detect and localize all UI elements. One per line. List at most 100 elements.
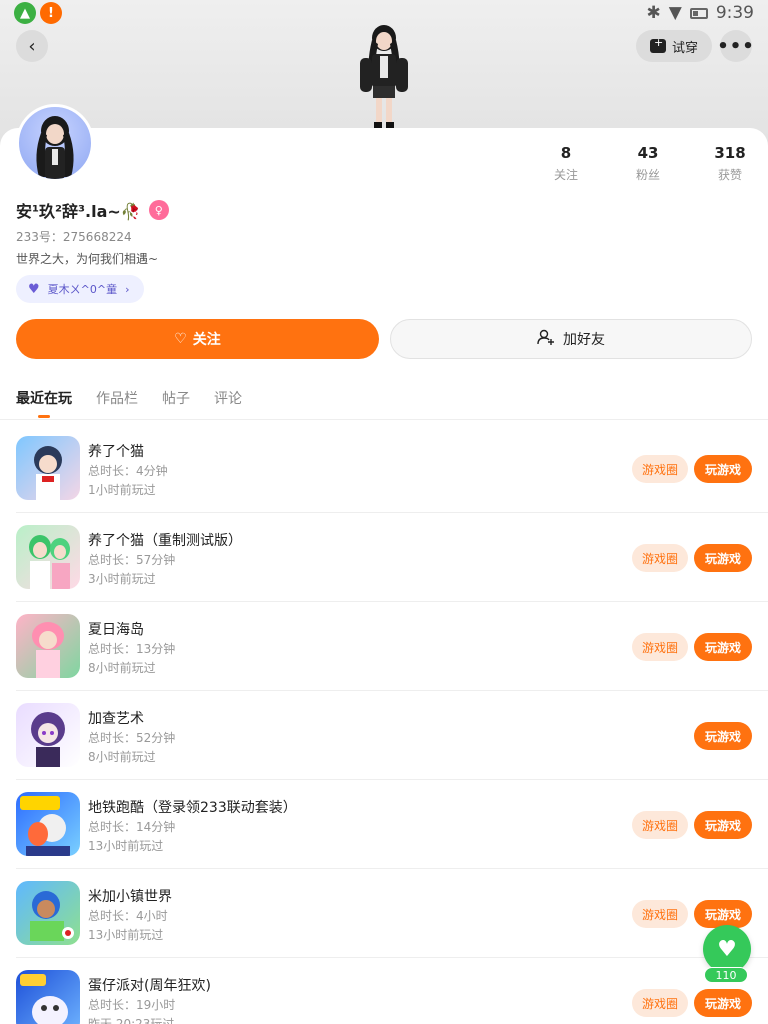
game-icon	[16, 792, 80, 856]
play-game-button[interactable]: 玩游戏	[693, 900, 752, 928]
stat-following[interactable]: 8 关注	[546, 144, 586, 183]
list-item[interactable]: 养了个猫 总时长：4分钟 1小时前玩过 游戏圈 玩游戏	[16, 424, 768, 513]
friend-tag-label: 夏木ㄨ^0^童	[47, 283, 118, 296]
follow-button[interactable]: ♡ 关注	[16, 319, 379, 359]
avatar-3d-figure	[360, 25, 408, 130]
nickname-row: 安¹玖²辞³.la~🥀 ♀	[16, 198, 169, 222]
stat-fans[interactable]: 43 粉丝	[628, 144, 668, 183]
list-item[interactable]: 蛋仔派对(周年狂欢) 总时长：19小时 昨天 20:23玩过 游戏圈 玩游戏	[16, 958, 768, 1024]
list-item[interactable]: 米加小镇世界 总时长：4小时 13小时前玩过 游戏圈 玩游戏	[16, 869, 768, 958]
play-game-button[interactable]: 玩游戏	[693, 811, 752, 839]
tab-recently-played[interactable]: 最近在玩	[16, 388, 72, 418]
nickname: 安¹玖²辞³.la~🥀	[16, 202, 141, 221]
game-last-played: 3小时前玩过	[88, 572, 156, 586]
game-circle-button[interactable]: 游戏圈	[631, 544, 688, 572]
game-circle-button[interactable]: 游戏圈	[631, 455, 688, 483]
play-game-button[interactable]: 玩游戏	[693, 722, 752, 750]
tabs-divider	[0, 419, 768, 420]
tab-posts[interactable]: 帖子	[162, 388, 190, 408]
game-icon	[16, 703, 80, 767]
tab-comments[interactable]: 评论	[214, 388, 242, 408]
friend-tag[interactable]: ♥ 夏木ㄨ^0^童 ›	[16, 275, 144, 303]
game-last-played: 8小时前玩过	[88, 750, 156, 764]
play-game-button[interactable]: 玩游戏	[693, 989, 752, 1017]
game-name: 地铁跑酷（登录领233联动套装）	[88, 800, 297, 816]
game-name: 夏日海岛	[88, 622, 144, 638]
avatar-portrait-icon	[36, 116, 74, 179]
chevron-right-icon: ›	[125, 282, 130, 296]
game-duration: 总时长：14分钟	[88, 820, 176, 834]
game-circle-button[interactable]: 游戏圈	[631, 811, 688, 839]
list-item[interactable]: 夏日海岛 总时长：13分钟 8小时前玩过 游戏圈 玩游戏	[16, 602, 768, 691]
stat-likes-count: 318	[714, 144, 746, 162]
profile-tabs: 最近在玩 作品栏 帖子 评论	[16, 388, 242, 418]
stat-following-count: 8	[560, 144, 572, 162]
game-last-played: 8小时前玩过	[88, 661, 156, 675]
chevron-left-icon: ‹	[28, 35, 36, 57]
user-id: 233号：275668224	[16, 230, 132, 244]
game-last-played: 13小时前玩过	[88, 928, 164, 942]
back-button[interactable]: ‹	[16, 30, 48, 62]
alert-notification-icon: !	[40, 2, 62, 24]
play-game-button[interactable]: 玩游戏	[693, 544, 752, 572]
game-last-played: 昨天 20:23玩过	[88, 1017, 175, 1024]
battery-icon	[689, 7, 708, 19]
game-duration: 总时长：57分钟	[88, 553, 176, 567]
list-item[interactable]: 养了个猫（重制测试版） 总时长：57分钟 3小时前玩过 游戏圈 玩游戏	[16, 513, 768, 602]
game-icon	[16, 525, 80, 589]
game-icon	[16, 436, 80, 500]
game-last-played: 13小时前玩过	[88, 839, 164, 853]
game-name: 养了个猫（重制测试版）	[88, 533, 242, 549]
add-friend-button[interactable]: 加好友	[390, 319, 752, 359]
stat-likes-label: 获赞	[717, 168, 742, 182]
female-gender-icon: ♀	[148, 200, 169, 220]
game-name: 米加小镇世界	[88, 889, 172, 905]
recent-games-list: 养了个猫 总时长：4分钟 1小时前玩过 游戏圈 玩游戏 养了个猫（重制测试版） …	[0, 424, 768, 1024]
more-icon: •••	[717, 35, 755, 57]
game-icon	[16, 881, 80, 945]
like-button[interactable]: ♥	[703, 925, 751, 973]
try-on-label: 试穿	[671, 40, 698, 56]
try-on-button[interactable]: 试穿	[635, 30, 712, 62]
game-duration: 总时长：13分钟	[88, 642, 176, 656]
game-duration: 总时长：4分钟	[88, 464, 168, 478]
wifi-icon: ▼	[668, 3, 682, 23]
game-duration: 总时长：19小时	[88, 998, 176, 1012]
stat-fans-count: 43	[637, 144, 659, 162]
avatar[interactable]	[16, 104, 94, 182]
game-last-played: 1小时前玩过	[88, 483, 156, 497]
game-circle-button[interactable]: 游戏圈	[631, 900, 688, 928]
app-notification-icon: ▲	[14, 2, 36, 24]
play-game-button[interactable]: 玩游戏	[693, 633, 752, 661]
game-duration: 总时长：4小时	[88, 909, 168, 923]
heart-icon: ♥	[717, 936, 737, 962]
follow-label: 关注	[192, 332, 221, 348]
game-name: 加查艺术	[88, 711, 144, 727]
game-circle-button[interactable]: 游戏圈	[631, 633, 688, 661]
status-bar: ▲ ! ✱ ▼ 9:39	[0, 0, 768, 26]
user-bio: 世界之大，为何我们相遇~	[16, 252, 159, 266]
game-icon	[16, 614, 80, 678]
play-game-button[interactable]: 玩游戏	[693, 455, 752, 483]
tab-works[interactable]: 作品栏	[96, 388, 138, 408]
stat-fans-label: 粉丝	[635, 168, 660, 182]
add-friend-label: 加好友	[563, 332, 605, 348]
list-item[interactable]: 地铁跑酷（登录领233联动套装） 总时长：14分钟 13小时前玩过 游戏圈 玩游…	[16, 780, 768, 869]
double-heart-icon: ♥	[28, 281, 40, 297]
wardrobe-icon	[649, 36, 666, 53]
add-user-icon	[537, 328, 555, 350]
list-item[interactable]: 加查艺术 总时长：52分钟 8小时前玩过 玩游戏	[16, 691, 768, 780]
stat-following-label: 关注	[553, 168, 578, 182]
bluetooth-icon: ✱	[646, 3, 661, 23]
like-count-badge: 110	[704, 967, 748, 983]
more-options-button[interactable]: •••	[717, 30, 755, 62]
game-name: 养了个猫	[88, 444, 144, 460]
heart-plus-icon: ♡	[174, 331, 187, 347]
clock: 9:39	[715, 3, 754, 23]
game-icon	[16, 970, 80, 1024]
game-duration: 总时长：52分钟	[88, 731, 176, 745]
stat-likes[interactable]: 318 获赞	[710, 144, 750, 183]
profile-stats: 8 关注 43 粉丝 318 获赞	[546, 144, 750, 183]
game-name: 蛋仔派对(周年狂欢)	[88, 978, 211, 994]
game-circle-button[interactable]: 游戏圈	[631, 989, 688, 1017]
